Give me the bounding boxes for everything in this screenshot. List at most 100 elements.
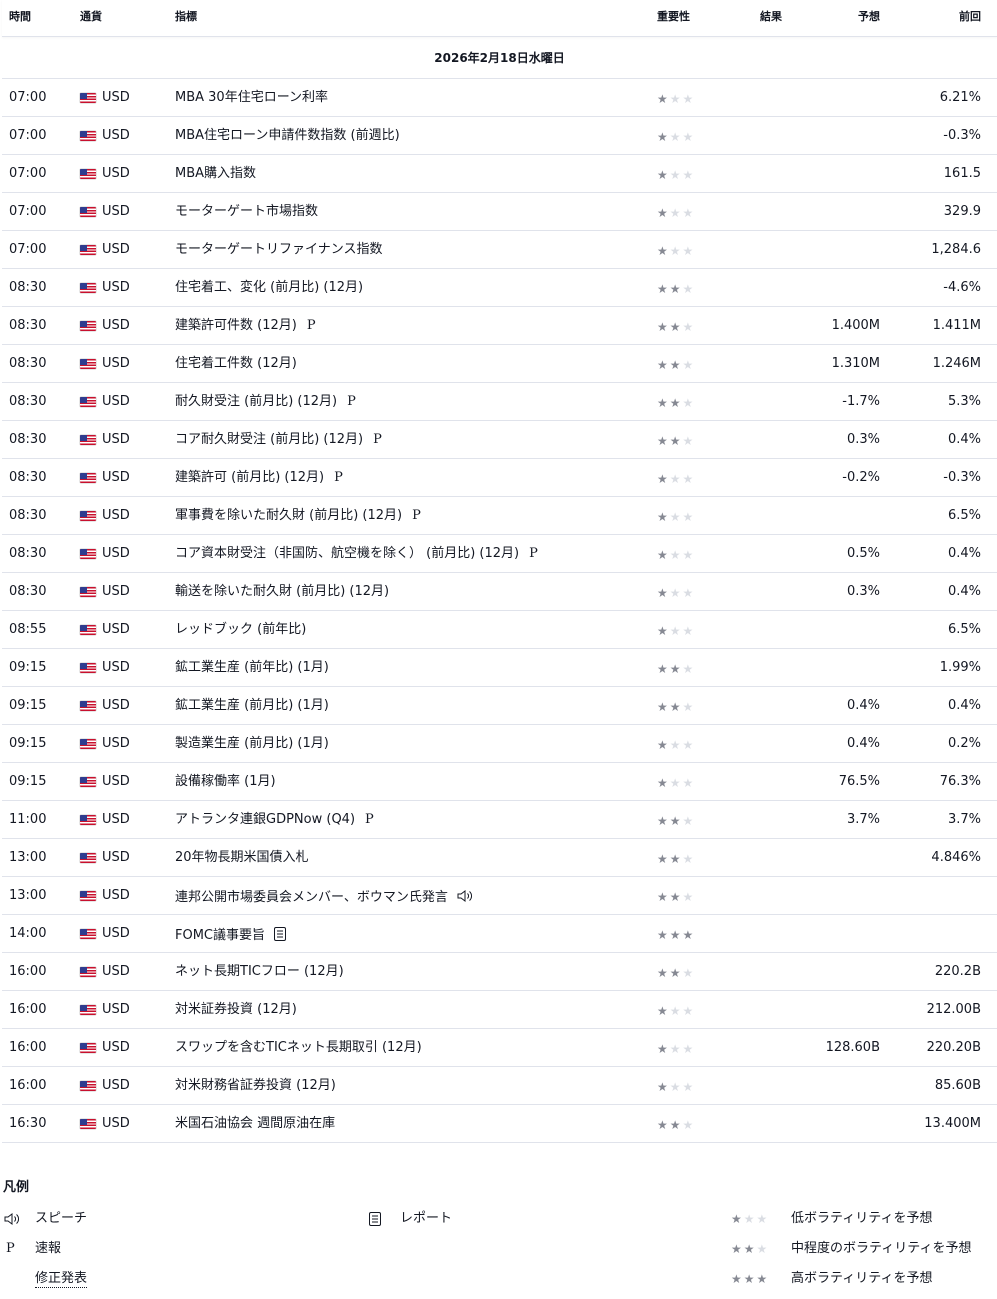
event-indicator-label[interactable]: MBA 30年住宅ローン利率 — [175, 90, 328, 105]
table-row[interactable]: 07:00 USD MBA購入指数 ★★★ 161.5 — [2, 155, 997, 193]
preliminary-mark: P — [306, 318, 316, 333]
event-previous: 212.00B — [926, 1002, 981, 1017]
table-row[interactable]: 08:30 USD コア耐久財受注 (前月比) (12月) P ★★★ 0.3% 0.4% — [2, 421, 997, 459]
event-indicator-label[interactable]: 対米財務省証券投資 (12月) — [175, 1078, 336, 1093]
table-row[interactable]: 08:30 USD 建築許可件数 (12月) P ★★★ 1.400M 1.411M — [2, 307, 997, 345]
event-indicator[interactable]: 建築許可 (前月比) (12月) P — [175, 470, 343, 486]
header-actual[interactable]: 結果 — [760, 10, 782, 24]
table-row[interactable]: 08:30 USD 建築許可 (前月比) (12月) P ★★★ -0.2% -0.3% — [2, 459, 997, 497]
event-indicator[interactable]: 鉱工業生産 (前年比) (1月) — [175, 660, 329, 676]
event-indicator[interactable]: FOMC議事要旨 — [175, 926, 287, 947]
header-indicator[interactable]: 指標 — [175, 10, 197, 24]
table-row[interactable]: 08:30 USD 軍事費を除いた耐久財 (前月比) (12月) P ★★★ 6.5% — [2, 497, 997, 535]
event-indicator-label[interactable]: コア資本財受注（非国防、航空機を除く） (前月比) (12月) — [175, 546, 519, 561]
event-indicator[interactable]: MBA 30年住宅ローン利率 — [175, 90, 328, 106]
event-time: 16:00 — [9, 1078, 47, 1093]
event-indicator-label[interactable]: ネット長期TICフロー (12月) — [175, 964, 344, 979]
table-row[interactable]: 08:30 USD 住宅着工、変化 (前月比) (12月) ★★★ -4.6% — [2, 269, 997, 307]
event-indicator[interactable]: 設備稼働率 (1月) — [175, 774, 276, 790]
legend-revised-label[interactable]: 修正発表 — [35, 1271, 88, 1288]
event-indicator-label[interactable]: コア耐久財受注 (前月比) (12月) — [175, 432, 363, 447]
table-row[interactable]: 08:30 USD コア資本財受注（非国防、航空機を除く） (前月比) (12月) P… — [2, 535, 997, 573]
table-row[interactable]: 13:00 USD 20年物長期米国債入札 ★★★ 4.846% — [2, 839, 997, 877]
event-indicator-label[interactable]: 住宅着工、変化 (前月比) (12月) — [175, 280, 363, 295]
table-row[interactable]: 09:15 USD 製造業生産 (前月比) (1月) ★★★ 0.4% 0.2% — [2, 725, 997, 763]
event-indicator-label[interactable]: スワップを含むTICネット長期取引 (12月) — [175, 1040, 422, 1055]
event-indicator-label[interactable]: 鉱工業生産 (前月比) (1月) — [175, 698, 329, 713]
event-indicator-label[interactable]: 20年物長期米国債入札 — [175, 850, 309, 865]
table-row[interactable]: 11:00 USD アトランタ連銀GDPNow (Q4) P ★★★ 3.7% 3.7% — [2, 801, 997, 839]
event-indicator-label[interactable]: 耐久財受注 (前月比) (12月) — [175, 394, 337, 409]
table-row[interactable]: 14:00 USD FOMC議事要旨 ★★★ — [2, 915, 997, 953]
event-indicator[interactable]: 製造業生産 (前月比) (1月) — [175, 736, 329, 752]
event-indicator[interactable]: 対米証券投資 (12月) — [175, 1002, 297, 1018]
table-row[interactable]: 16:00 USD スワップを含むTICネット長期取引 (12月) ★★★ 128.60… — [2, 1029, 997, 1067]
table-row[interactable]: 16:00 USD ネット長期TICフロー (12月) ★★★ 220.2B — [2, 953, 997, 991]
table-row[interactable]: 16:00 USD 対米証券投資 (12月) ★★★ 212.00B — [2, 991, 997, 1029]
table-row[interactable]: 09:15 USD 鉱工業生産 (前年比) (1月) ★★★ 1.99% — [2, 649, 997, 687]
event-indicator[interactable]: レッドブック (前年比) — [175, 622, 306, 638]
table-row[interactable]: 16:00 USD 対米財務省証券投資 (12月) ★★★ 85.60B — [2, 1067, 997, 1105]
event-indicator-label[interactable]: 建築許可 (前月比) (12月) — [175, 470, 324, 485]
event-indicator-label[interactable]: レッドブック (前年比) — [175, 622, 306, 637]
event-indicator-label[interactable]: MBA購入指数 — [175, 166, 256, 181]
event-indicator-label[interactable]: 建築許可件数 (12月) — [175, 318, 297, 333]
event-indicator-label[interactable]: 住宅着工件数 (12月) — [175, 356, 297, 371]
header-previous[interactable]: 前回 — [959, 10, 981, 24]
event-indicator[interactable]: 住宅着工件数 (12月) — [175, 356, 297, 372]
event-indicator[interactable]: 対米財務省証券投資 (12月) — [175, 1078, 336, 1094]
event-indicator-label[interactable]: MBA住宅ローン申請件数指数 (前週比) — [175, 128, 400, 143]
event-indicator[interactable]: 連邦公開市場委員会メンバー、ボウマン氏発言 — [175, 888, 473, 909]
event-indicator-label[interactable]: FOMC議事要旨 — [175, 928, 265, 943]
event-indicator[interactable]: コア資本財受注（非国防、航空機を除く） (前月比) (12月) P — [175, 546, 538, 562]
table-row[interactable]: 09:15 USD 鉱工業生産 (前月比) (1月) ★★★ 0.4% 0.4% — [2, 687, 997, 725]
event-indicator[interactable]: 軍事費を除いた耐久財 (前月比) (12月) P — [175, 508, 421, 524]
event-indicator[interactable]: 輸送を除いた耐久財 (前月比) (12月) — [175, 584, 389, 600]
event-indicator[interactable]: アトランタ連銀GDPNow (Q4) P — [175, 812, 374, 828]
event-indicator[interactable]: スワップを含むTICネット長期取引 (12月) — [175, 1040, 422, 1056]
event-indicator[interactable]: 住宅着工、変化 (前月比) (12月) — [175, 280, 363, 296]
event-indicator[interactable]: 米国石油協会 週間原油在庫 — [175, 1116, 335, 1132]
table-row[interactable]: 08:30 USD 住宅着工件数 (12月) ★★★ 1.310M 1.246M — [2, 345, 997, 383]
event-indicator[interactable]: 建築許可件数 (12月) P — [175, 318, 316, 334]
event-indicator-label[interactable]: 鉱工業生産 (前年比) (1月) — [175, 660, 329, 675]
event-indicator-label[interactable]: モーターゲートリファイナンス指数 — [175, 242, 382, 257]
event-indicator[interactable]: MBA住宅ローン申請件数指数 (前週比) — [175, 128, 400, 144]
table-row[interactable]: 07:00 USD MBA 30年住宅ローン利率 ★★★ 6.21% — [2, 79, 997, 117]
event-indicator[interactable]: 鉱工業生産 (前月比) (1月) — [175, 698, 329, 714]
table-row[interactable]: 07:00 USD モーターゲートリファイナンス指数 ★★★ 1,284.6 — [2, 231, 997, 269]
table-row[interactable]: 08:30 USD 耐久財受注 (前月比) (12月) P ★★★ -1.7% 5.3% — [2, 383, 997, 421]
event-indicator-label[interactable]: 軍事費を除いた耐久財 (前月比) (12月) — [175, 508, 402, 523]
table-row[interactable]: 07:00 USD モーターゲート市場指数 ★★★ 329.9 — [2, 193, 997, 231]
event-indicator[interactable]: モーターゲート市場指数 — [175, 204, 318, 220]
event-indicator-label[interactable]: モーターゲート市場指数 — [175, 204, 318, 219]
header-currency[interactable]: 通貨 — [80, 10, 102, 24]
us-flag-icon — [80, 473, 96, 483]
event-forecast: -0.2% — [842, 470, 880, 485]
event-indicator[interactable]: ネット長期TICフロー (12月) — [175, 964, 344, 980]
event-indicator-label[interactable]: 設備稼働率 (1月) — [175, 774, 276, 789]
event-indicator-label[interactable]: 連邦公開市場委員会メンバー、ボウマン氏発言 — [175, 890, 448, 905]
event-indicator-label[interactable]: 対米証券投資 (12月) — [175, 1002, 297, 1017]
table-row[interactable]: 08:55 USD レッドブック (前年比) ★★★ 6.5% — [2, 611, 997, 649]
event-indicator-label[interactable]: 米国石油協会 週間原油在庫 — [175, 1116, 335, 1131]
event-previous: -4.6% — [943, 280, 981, 295]
event-indicator[interactable]: コア耐久財受注 (前月比) (12月) P — [175, 432, 382, 448]
table-row[interactable]: 08:30 USD 輸送を除いた耐久財 (前月比) (12月) ★★★ 0.3% 0.4% — [2, 573, 997, 611]
event-indicator[interactable]: 20年物長期米国債入札 — [175, 850, 309, 866]
header-forecast[interactable]: 予想 — [858, 10, 880, 24]
importance-stars-icon: ★★★ — [657, 1118, 696, 1132]
table-row[interactable]: 16:30 USD 米国石油協会 週間原油在庫 ★★★ 13.400M — [2, 1105, 997, 1143]
event-indicator[interactable]: モーターゲートリファイナンス指数 — [175, 242, 382, 258]
table-row[interactable]: 07:00 USD MBA住宅ローン申請件数指数 (前週比) ★★★ -0.3% — [2, 117, 997, 155]
header-importance[interactable]: 重要性 — [657, 10, 690, 24]
header-time[interactable]: 時間 — [9, 10, 31, 24]
event-indicator-label[interactable]: アトランタ連銀GDPNow (Q4) — [175, 812, 355, 827]
event-indicator[interactable]: MBA購入指数 — [175, 166, 256, 182]
event-indicator-label[interactable]: 輸送を除いた耐久財 (前月比) (12月) — [175, 584, 389, 599]
event-indicator[interactable]: 耐久財受注 (前月比) (12月) P — [175, 394, 356, 410]
table-row[interactable]: 13:00 USD 連邦公開市場委員会メンバー、ボウマン氏発言 ★★★ — [2, 877, 997, 915]
event-indicator-label[interactable]: 製造業生産 (前月比) (1月) — [175, 736, 329, 751]
event-previous: 0.4% — [947, 432, 981, 447]
table-row[interactable]: 09:15 USD 設備稼働率 (1月) ★★★ 76.5% 76.3% — [2, 763, 997, 801]
